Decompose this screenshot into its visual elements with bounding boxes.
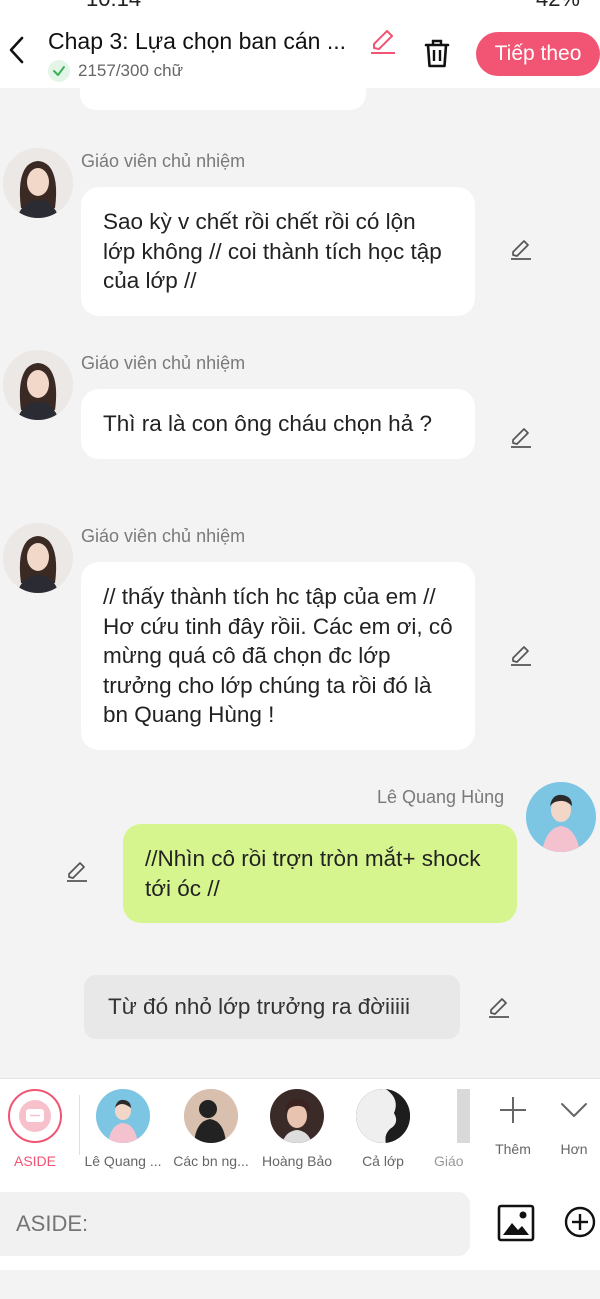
message-bubble[interactable]: Thì ra là con ông cháu chọn hả ? xyxy=(81,389,475,459)
character-cac-bn[interactable]: Các bn ng... xyxy=(167,1079,255,1181)
avatar-teacher[interactable] xyxy=(3,148,73,218)
avatar-teacher[interactable] xyxy=(3,523,73,593)
sender-name: Giáo viên chủ nhiệm xyxy=(81,526,246,546)
sender-name: Lê Quang Hùng xyxy=(377,787,505,807)
chat-area[interactable]: Giáo viên chủ nhiệm Sao kỳ v chết rồi ch… xyxy=(0,88,600,1078)
avatar-teacher[interactable] xyxy=(3,350,73,420)
character-avatar xyxy=(270,1089,324,1143)
message-bubble-partial xyxy=(80,88,366,110)
character-avatar xyxy=(96,1089,150,1143)
character-bar: ASIDE Lê Quang ... Các bn ng... Hoàng Bả… xyxy=(0,1078,600,1181)
status-bar: 10:14 42% xyxy=(0,0,600,8)
sender-name: Giáo viên chủ nhiệm xyxy=(81,353,246,373)
character-label: Hoàng Bảo xyxy=(261,1153,333,1169)
message-bubble[interactable]: // thấy thành tích hc tập của em // Hơ c… xyxy=(81,562,475,750)
chevron-left-icon xyxy=(9,36,24,64)
next-button[interactable]: Tiếp theo xyxy=(476,32,600,76)
edit-message-icon[interactable] xyxy=(508,236,534,262)
message-input[interactable] xyxy=(0,1192,470,1256)
more-button[interactable]: Hơn xyxy=(548,1079,600,1181)
avatar-le-quang-hung[interactable] xyxy=(526,782,596,852)
chapter-title[interactable]: Chap 3: Lựa chọn ban cán ... xyxy=(48,28,346,55)
check-icon xyxy=(48,60,70,82)
edit-message-icon[interactable] xyxy=(486,994,512,1020)
aside-avatar xyxy=(8,1089,62,1143)
character-le-quang[interactable]: Lê Quang ... xyxy=(79,1079,167,1181)
character-hoang-bao[interactable]: Hoàng Bảo xyxy=(253,1079,341,1181)
my-message-bubble[interactable]: //Nhìn cô rồi trợn tròn mắt+ shock tới ó… xyxy=(123,824,517,923)
screen: 10:14 42% Chap 3: Lựa chọn ban cán ... 2… xyxy=(0,0,600,1299)
header: Chap 3: Lựa chọn ban cán ... 2157/300 ch… xyxy=(0,8,600,88)
character-label: Lê Quang ... xyxy=(84,1153,162,1169)
add-character-button[interactable]: Thêm xyxy=(470,1079,556,1181)
input-bar xyxy=(0,1180,600,1270)
system-nav-bar xyxy=(0,1270,600,1299)
character-label: ASIDE xyxy=(13,1153,56,1169)
character-avatar xyxy=(457,1089,471,1143)
message-bubble[interactable]: Sao kỳ v chết rồi chết rồi có lộn lớp kh… xyxy=(81,187,475,316)
character-aside[interactable]: ASIDE xyxy=(0,1079,79,1181)
more-label: Hơn xyxy=(560,1141,588,1157)
add-circle-icon[interactable] xyxy=(564,1206,596,1238)
edit-message-icon[interactable] xyxy=(508,642,534,668)
status-battery: 42% xyxy=(536,0,580,8)
trash-icon[interactable] xyxy=(420,36,454,70)
character-label: Các bn ng... xyxy=(173,1153,249,1169)
status-time: 10:14 xyxy=(86,0,141,8)
edit-title-icon[interactable] xyxy=(368,26,398,56)
word-count-text: 2157/300 chữ xyxy=(78,61,183,80)
sender-name: Giáo viên chủ nhiệm xyxy=(81,151,246,171)
word-count: 2157/300 chữ xyxy=(48,60,183,82)
plus-icon xyxy=(500,1097,526,1123)
chevron-down-icon xyxy=(561,1103,587,1117)
chat-bubble-icon xyxy=(19,1100,51,1132)
back-button[interactable] xyxy=(4,32,28,68)
edit-message-icon[interactable] xyxy=(508,424,534,450)
image-icon[interactable] xyxy=(497,1204,535,1242)
add-label: Thêm xyxy=(495,1141,531,1157)
character-avatar xyxy=(356,1089,410,1143)
edit-message-icon[interactable] xyxy=(64,858,90,884)
character-avatar xyxy=(184,1089,238,1143)
aside-message[interactable]: Từ đó nhỏ lớp trưởng ra đờiiiii xyxy=(84,975,460,1039)
